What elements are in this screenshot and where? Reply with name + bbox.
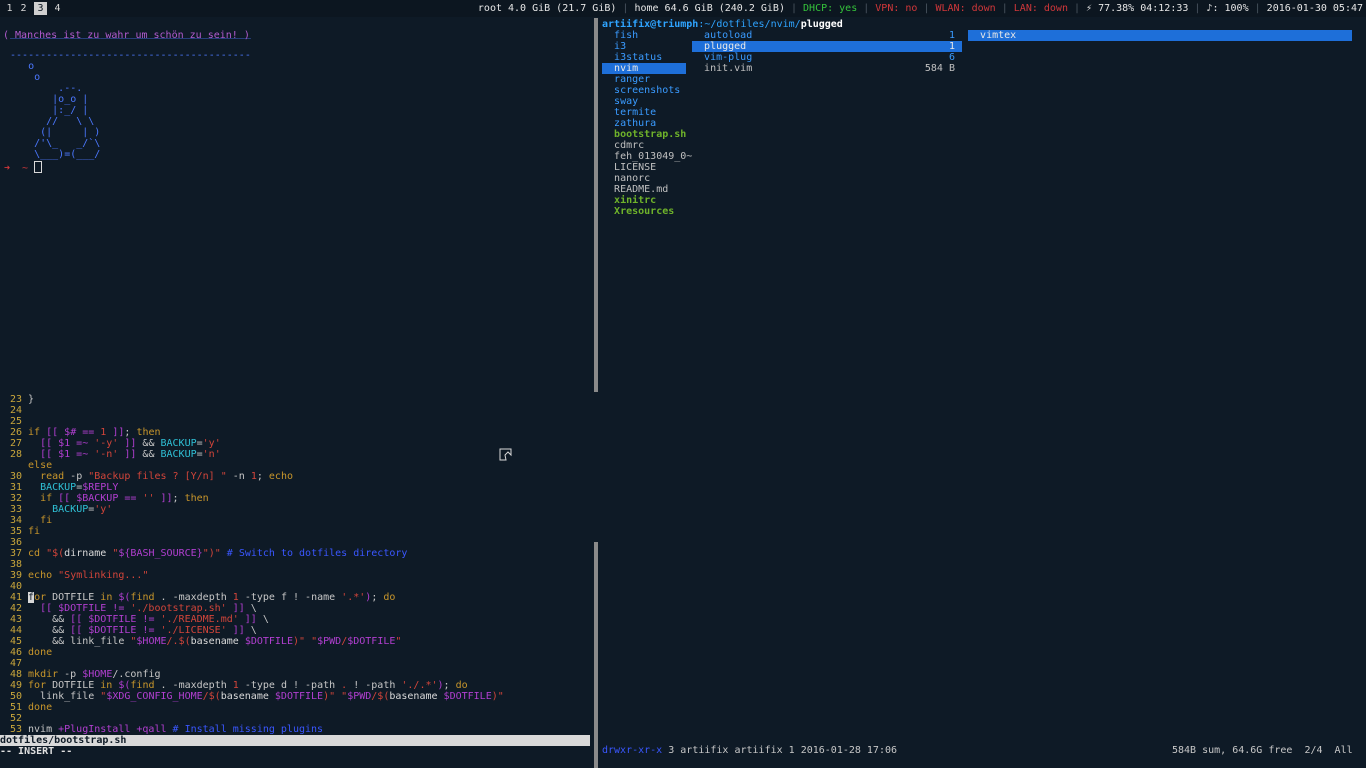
code-line: 42 [[ $DOTFILE != './bootstrap.sh' ]] \ <box>9 603 257 614</box>
ranger-footer-summary: 584B sum, 64.6G free 2/4 All <box>1172 745 1353 756</box>
code-line: 33 BACKUP='y' <box>9 504 113 515</box>
vpn-status: VPN: no <box>875 3 918 14</box>
ranger-entry[interactable]: i3status <box>602 52 686 63</box>
battery-status: ⚡ 77.38% 04:12:33 <box>1086 3 1189 14</box>
ranger-entry[interactable]: vim-plug 6 <box>692 52 962 63</box>
ranger-entry[interactable]: nanorc <box>602 173 686 184</box>
ranger-title: artiifix@triumph:~/dotfiles/nvim/plugged <box>602 19 843 30</box>
code-line: 51 done <box>9 702 53 713</box>
code-line: 34 fi <box>9 515 53 526</box>
ranger-entry[interactable]: init.vim 584 B <box>692 63 962 74</box>
ranger-entry-selected[interactable]: plugged 1 <box>692 41 962 52</box>
code-line: 53 nvim +PlugInstall +qall # Install mis… <box>9 724 324 734</box>
ranger-current: plugged <box>800 19 843 30</box>
ranger-file-info: 3 artiifix artiifix 1 2016-01-28 17:06 <box>662 745 898 756</box>
ranger-entry[interactable]: LICENSE <box>602 162 686 173</box>
ranger-entry[interactable]: zathura <box>602 118 686 129</box>
code-line: 41 for DOTFILE in $(find . -maxdepth 1 -… <box>9 592 396 603</box>
ranger-entry[interactable]: xinitrc <box>602 195 686 206</box>
ranger-entry[interactable]: feh_013049_0~ <box>602 151 692 162</box>
code-line: 38 <box>9 559 22 570</box>
cowsay-quote: ( Manches ist zu wahr um schön zu sein! … <box>3 30 250 41</box>
code-line: 48 mkdir -p $HOME/.config <box>9 669 161 680</box>
code-line: 25 <box>9 416 22 427</box>
disk-root: root 4.0 GiB (21.7 GiB) <box>477 3 617 14</box>
workspace-2[interactable]: 2 <box>17 2 30 15</box>
prompt-text: ➜ ~ <box>4 163 35 174</box>
ranger-entry[interactable]: Xresources <box>602 206 686 217</box>
ranger-parent-column: fish i3 i3status nvim ranger screenshots… <box>602 30 692 217</box>
code-line: 35 fi <box>9 526 41 537</box>
code-line: 36 <box>9 537 22 548</box>
code-line: 39 echo "Symlinking..." <box>9 570 149 581</box>
code-line: else <box>28 460 53 471</box>
code-line: 31 BACKUP=$REPLY <box>9 482 119 493</box>
cowsay-art: ________________________________________… <box>10 28 251 160</box>
ranger-current-column: autoload 1 plugged 1 vim-plug 6 init.vim 584… <box>692 30 962 74</box>
code-line: 50 link_file "$XDG_CONFIG_HOME/$(basenam… <box>9 691 504 702</box>
dhcp-status: DHCP: yes <box>803 3 858 14</box>
mouse-cursor-icon <box>499 448 512 461</box>
ranger-entry[interactable]: autoload 1 <box>692 30 962 41</box>
code-line: 45 && link_file "$HOME/.$(basename $DOTF… <box>9 636 402 647</box>
disk-home: home 64.6 GiB (240.2 GiB) <box>634 3 785 14</box>
ranger-entry[interactable]: screenshots <box>602 85 686 96</box>
i3-status-bar: 1 2 3 4 root 4.0 GiB (21.7 GiB) | home 6… <box>0 0 1366 17</box>
code-line: 52 <box>9 713 22 724</box>
editor-statusline: dotfiles/bootstrap.sh <box>0 735 590 746</box>
code-line: 37 cd "$(dirname "${BASH_SOURCE}")" # Sw… <box>9 548 408 559</box>
ranger-entry[interactable]: sway <box>602 96 686 107</box>
ranger-entry[interactable]: README.md <box>602 184 686 195</box>
status-blocks: root 4.0 GiB (21.7 GiB) | home 64.6 GiB … <box>477 3 1363 14</box>
code-line: 44 && [[ $DOTFILE != './LICENSE' ]] \ <box>9 625 257 636</box>
workspace-1[interactable]: 1 <box>3 2 16 15</box>
ranger-entry-selected[interactable]: nvim <box>602 63 686 74</box>
workspace-4[interactable]: 4 <box>51 2 64 15</box>
ranger-entry[interactable]: i3 <box>602 41 686 52</box>
clock: 2016-01-30 05:47 <box>1266 3 1363 14</box>
editor-mode: -- INSERT -- <box>0 746 73 757</box>
wlan-status: WLAN: down <box>935 3 996 14</box>
shell-prompt[interactable]: ➜ ~ <box>4 161 43 174</box>
code-line: 46 done <box>9 647 53 658</box>
ranger-entry[interactable]: cdmrc <box>602 140 686 151</box>
code-line: 32 if [[ $BACKUP == '' ]]; then <box>9 493 209 504</box>
ranger-entry-selected[interactable]: vimtex <box>968 30 1352 41</box>
ranger-path: :~/dotfiles/nvim/ <box>698 19 801 30</box>
code-line: 43 && [[ $DOTFILE != './README.md' ]] \ <box>9 614 269 625</box>
vertical-split-bottom[interactable] <box>594 542 598 768</box>
ranger-preview-column: vimtex <box>968 30 1352 41</box>
workspace-3[interactable]: 3 <box>34 2 47 15</box>
ranger-permissions: drwxr-xr-x <box>602 745 663 756</box>
ranger-entry[interactable]: bootstrap.sh <box>602 129 686 140</box>
lan-status: LAN: down <box>1013 3 1068 14</box>
vertical-split-top[interactable] <box>594 18 598 392</box>
ranger-entry[interactable]: ranger <box>602 74 686 85</box>
code-line: 26 if [[ $# == 1 ]]; then <box>9 427 161 438</box>
nvim-editor[interactable]: 23 } 24 25 26 if [[ $# == 1 ]]; then 27 … <box>0 394 590 734</box>
ranger-entry[interactable]: termite <box>602 107 686 118</box>
ranger-host: artiifix@triumph <box>602 19 699 30</box>
ranger-footer-info: drwxr-xr-x 3 artiifix artiifix 1 2016-01… <box>602 745 897 756</box>
terminal-cursor <box>34 161 43 173</box>
code-line: 30 read -p "Backup files ? [Y/n] " -n 1;… <box>9 471 293 482</box>
code-line: 23 } <box>9 394 35 405</box>
code-line: 24 <box>9 405 22 416</box>
ranger-entry[interactable]: fish <box>602 30 686 41</box>
code-line: 49 for DOTFILE in $(find . -maxdepth 1 -… <box>9 680 468 691</box>
code-line: 47 <box>9 658 22 669</box>
code-line: 40 <box>9 581 22 592</box>
volume-status: ♪: 100% <box>1206 3 1249 14</box>
